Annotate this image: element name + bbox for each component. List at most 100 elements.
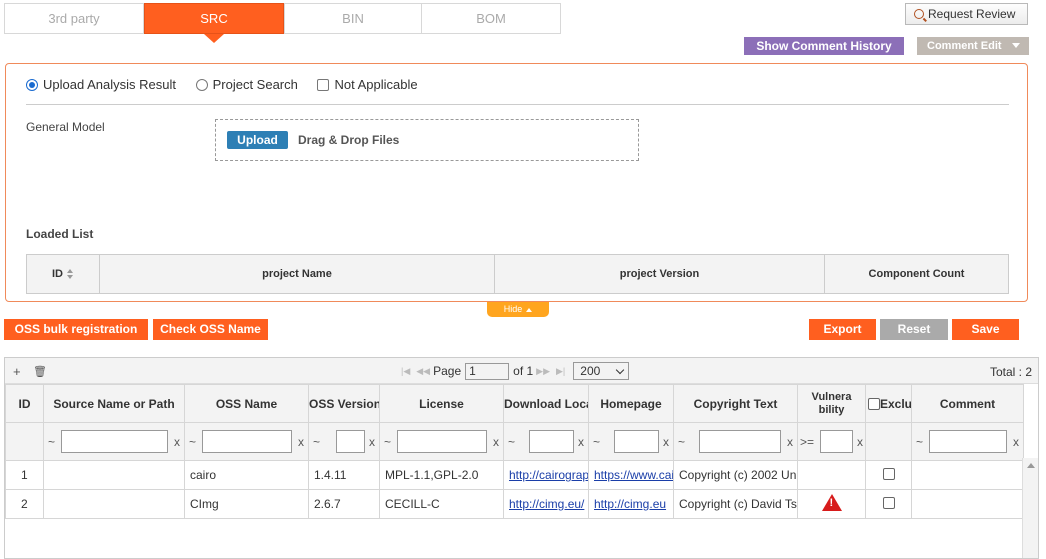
export-button[interactable]: Export [809,319,876,340]
cell-exclude [865,460,912,490]
cell-oss-name[interactable]: CImg [184,489,309,519]
cell-homepage[interactable]: http://cimg.eu [588,489,674,519]
reset-button[interactable]: Reset [880,319,948,340]
filter-copyright-input[interactable] [699,430,781,453]
comment-edit-button[interactable]: Comment Edit [917,37,1029,55]
col-id[interactable]: ID [5,384,44,423]
prev-page-icon[interactable]: ◀◀ [416,366,430,377]
check-oss-name-button[interactable]: Check OSS Name [153,319,268,340]
cell-copyright[interactable]: Copyright (c) 2002 University [673,460,798,490]
cell-source[interactable] [43,460,185,490]
checkbox-icon[interactable] [317,78,330,91]
clear-filter-icon[interactable]: x [174,435,180,449]
cell-version[interactable]: 2.6.7 [308,489,380,519]
hide-panel-tab[interactable]: Hide [487,302,549,317]
clear-filter-icon[interactable]: x [787,435,793,449]
active-tab-arrow [204,34,224,43]
filter-prefix: ~ [384,434,392,449]
radio-selected-icon[interactable] [26,78,38,91]
cell-download[interactable]: http://cimg.eu/ [503,489,589,519]
vertical-scrollbar[interactable] [1022,458,1038,558]
request-review-label: Request Review [928,7,1016,21]
col-project-name: project Name [100,255,495,293]
filter-homepage-input[interactable] [614,430,659,453]
clear-filter-icon[interactable]: x [663,435,669,449]
warning-icon[interactable] [821,494,842,511]
filter-version-input[interactable] [336,430,365,453]
clear-filter-icon[interactable]: x [1013,435,1019,449]
table-row[interactable]: 1 cairo 1.4.11 MPL-1.1,GPL-2.0 http://ca… [5,460,1024,490]
radio-project-search[interactable]: Project Search [195,77,298,92]
cell-id: 2 [5,489,44,519]
cell-license[interactable]: CECILL-C [379,489,504,519]
filter-cell: ~ x [673,422,798,461]
filter-row: ~ x ~ x ~ x ~ x ~ x ~ x ~ x >= x ~ x [5,422,1024,461]
exclude-checkbox[interactable] [882,496,895,509]
download-link[interactable]: http://cimg.eu/ [509,497,584,511]
filter-prefix: ~ [593,434,601,449]
cell-download[interactable]: http://cairographics.org [503,460,589,490]
clear-filter-icon[interactable]: x [857,435,863,449]
tab-bin[interactable]: BIN [284,3,422,34]
tab-bom[interactable]: BOM [421,3,561,34]
file-dropzone[interactable]: Upload Drag & Drop Files [215,119,639,161]
cell-comment[interactable] [911,489,1024,519]
upload-button[interactable]: Upload [227,131,288,149]
next-page-icon[interactable]: ▶▶ [536,366,550,377]
oss-bulk-registration-button[interactable]: OSS bulk registration [4,319,148,340]
filter-prefix: ~ [313,434,321,449]
cell-source[interactable] [43,489,185,519]
col-comment[interactable]: Comment [911,384,1024,423]
clear-filter-icon[interactable]: x [298,435,304,449]
last-page-icon[interactable]: ▶| [556,366,565,377]
clear-filter-icon[interactable]: x [493,435,499,449]
show-comment-history-button[interactable]: Show Comment History [744,37,904,55]
page-size-select[interactable]: 200 [573,362,630,380]
exclude-all-checkbox[interactable] [868,398,880,411]
col-vulnerability[interactable]: Vulnera bility [797,384,866,423]
cell-copyright[interactable]: Copyright (c) David Tschumperle [673,489,798,519]
exclude-checkbox[interactable] [882,467,895,480]
filter-vulnerability-input[interactable] [820,430,853,453]
radio-icon[interactable] [195,78,208,91]
save-button[interactable]: Save [952,319,1019,340]
cell-oss-name[interactable]: cairo [184,460,309,490]
checkbox-not-applicable[interactable]: Not Applicable [317,77,418,92]
col-exclude[interactable]: Exclude [865,384,912,423]
table-row[interactable]: 2 CImg 2.6.7 CECILL-C http://cimg.eu/ ht… [5,489,1024,519]
col-id[interactable]: ID [27,255,100,293]
col-download-location[interactable]: Download Location [503,384,589,423]
cell-homepage[interactable]: https://www.cairographics.org [588,460,674,490]
col-source-name[interactable]: Source Name or Path [43,384,185,423]
clear-filter-icon[interactable]: x [578,435,584,449]
add-row-icon[interactable]: + [13,364,21,379]
first-page-icon[interactable]: |◀ [401,366,410,377]
clear-filter-icon[interactable]: x [369,435,375,449]
page-label: Page [433,364,462,378]
col-license[interactable]: License [379,384,504,423]
radio-upload-analysis[interactable]: Upload Analysis Result [26,77,176,92]
homepage-link[interactable]: http://cimg.eu [594,497,666,511]
download-link[interactable]: http://cairographics.org [509,468,588,482]
filter-download-input[interactable] [529,430,574,453]
cell-comment[interactable] [911,460,1024,490]
tab-3rd-party[interactable]: 3rd party [4,3,144,34]
filter-oss-name-input[interactable] [202,430,292,453]
scroll-up-icon[interactable] [1027,463,1035,468]
upload-panel: Upload Analysis Result Project Search No… [5,63,1028,302]
col-oss-version[interactable]: OSS Version [308,384,380,423]
cell-version[interactable]: 1.4.11 [308,460,380,490]
cell-license[interactable]: MPL-1.1,GPL-2.0 [379,460,504,490]
col-copyright[interactable]: Copyright Text [673,384,798,423]
filter-source-input[interactable] [61,430,168,453]
filter-license-input[interactable] [397,430,487,453]
col-oss-name[interactable]: OSS Name [184,384,309,423]
request-review-button[interactable]: Request Review [905,3,1028,25]
sort-icon[interactable] [67,269,74,279]
col-homepage[interactable]: Homepage [588,384,674,423]
homepage-link[interactable]: https://www.cairographics.org [594,468,673,482]
tab-src[interactable]: SRC [144,3,284,34]
filter-comment-input[interactable] [929,430,1007,453]
page-input[interactable]: 1 [465,362,510,380]
trash-icon[interactable]: 🗑 [33,365,47,378]
